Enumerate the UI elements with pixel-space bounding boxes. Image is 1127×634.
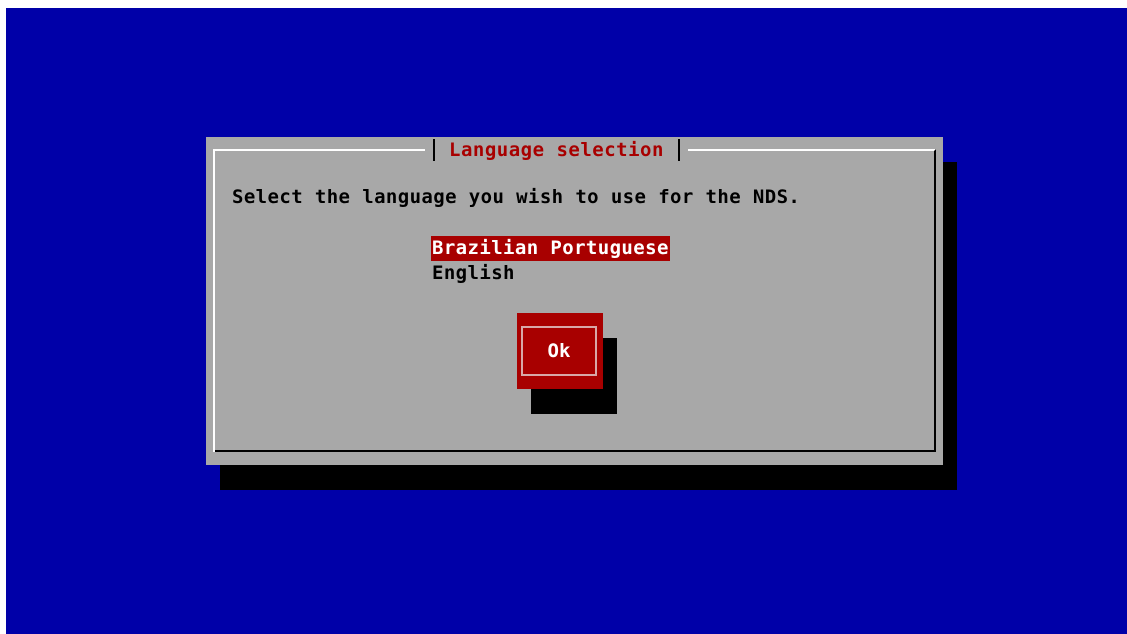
dialog-prompt: Select the language you wish to use for … xyxy=(232,186,801,208)
language-option-english[interactable]: English xyxy=(431,261,516,286)
language-option-brazilian-portuguese[interactable]: Brazilian Portuguese xyxy=(431,236,670,261)
ok-button-label: Ok xyxy=(547,340,571,362)
ok-button[interactable]: Ok xyxy=(517,313,603,389)
language-list: Brazilian Portuguese English xyxy=(431,236,670,286)
dialog-title: Language selection xyxy=(449,139,664,161)
language-dialog: Language selection Select the language y… xyxy=(206,137,943,465)
dialog-title-bar: Language selection xyxy=(425,137,688,163)
ok-button-focus-ring: Ok xyxy=(521,326,597,376)
frame-highlight xyxy=(213,149,215,452)
title-divider-right xyxy=(677,139,680,161)
